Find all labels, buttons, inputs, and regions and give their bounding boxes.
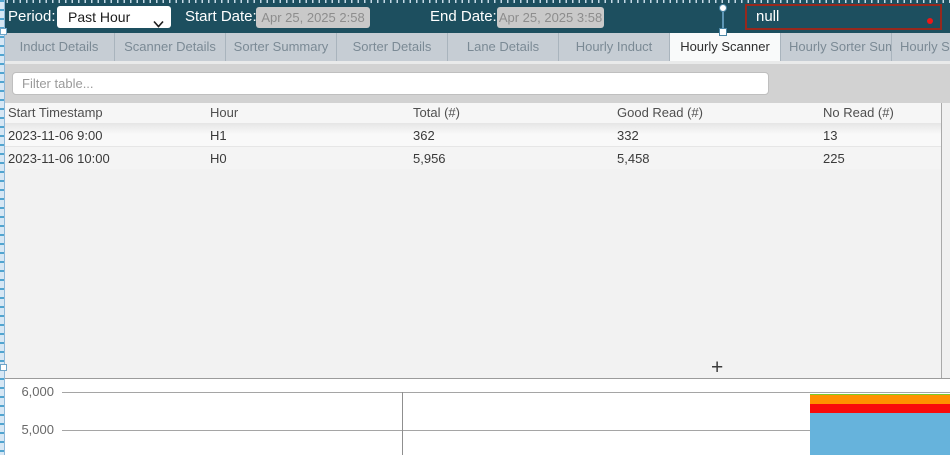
tab-sorter-details[interactable]: Sorter Details (337, 33, 448, 61)
data-table: Start Timestamp Hour Total (#) Good Read… (0, 103, 950, 378)
selection-handle-square[interactable] (719, 28, 727, 36)
table-header-row: Start Timestamp Hour Total (#) Good Read… (0, 103, 950, 123)
bar-segment-no-read (810, 404, 950, 413)
tab-sorter-summary[interactable]: Sorter Summary (226, 33, 337, 61)
y-axis-tick-label: 6,000 (0, 385, 54, 399)
selection-handle-line (722, 9, 724, 30)
tab-hourly-induct[interactable]: Hourly Induct (559, 33, 670, 61)
top-ruler-ticks (0, 0, 950, 3)
table-cell: 2023-11-06 10:00 (0, 147, 202, 169)
bar-segment-unlabeled-green (810, 394, 950, 396)
table-row[interactable]: 2023-11-06 10:00 H0 5,956 5,458 225 (0, 146, 950, 169)
start-date-label: Start Date: (185, 8, 257, 25)
filter-input[interactable] (12, 72, 769, 95)
toolbar: Period: Past Hour Start Date: Apr 25, 20… (0, 0, 950, 33)
table-row[interactable]: 2023-11-06 9:00 H1 362 332 13 (0, 123, 950, 146)
left-ruler-ticks (0, 0, 4, 455)
header-start-timestamp[interactable]: Start Timestamp (0, 103, 202, 123)
selection-handle-circle[interactable] (719, 4, 727, 12)
tab-lane-details[interactable]: Lane Details (448, 33, 559, 61)
selection-handle-left-top[interactable] (0, 28, 7, 35)
error-dot-icon (927, 18, 933, 24)
category-gridline (402, 392, 403, 455)
filter-section (0, 61, 950, 103)
left-ruler (0, 0, 5, 455)
end-date-label: End Date: (430, 8, 497, 25)
tab-hourly-sorter[interactable]: Hourly Sort (892, 33, 950, 61)
tab-bar: Induct Details Scanner Details Sorter Su… (0, 33, 950, 61)
add-button[interactable]: + (711, 357, 723, 378)
bar-segment-unlabeled-orange (810, 395, 950, 404)
table-cell: 5,458 (609, 147, 815, 169)
y-axis-tick-label: 5,000 (0, 423, 54, 437)
table-cell: 2023-11-06 9:00 (0, 124, 202, 146)
table-cell: H1 (202, 124, 405, 146)
tab-scanner-details[interactable]: Scanner Details (115, 33, 226, 61)
period-selected-value: Past Hour (68, 9, 130, 25)
end-date-input[interactable]: Apr 25, 2025 3:58 PM (497, 7, 604, 28)
table-cell: 5,956 (405, 147, 609, 169)
table-cell: 332 (609, 124, 815, 146)
chevron-down-icon (153, 12, 164, 34)
chart: 6,000 5,000 (0, 379, 950, 455)
header-hour[interactable]: Hour (202, 103, 405, 123)
start-date-input[interactable]: Apr 25, 2025 2:58 PM (256, 7, 370, 28)
header-no-read[interactable]: No Read (#) (815, 103, 950, 123)
table-cell: 225 (815, 147, 950, 169)
bar-segment-good-read (810, 413, 950, 455)
tab-induct-details[interactable]: Induct Details (4, 33, 115, 61)
table-cell: 362 (405, 124, 609, 146)
table-cell: 13 (815, 124, 950, 146)
selection-handle-left-bottom[interactable] (0, 364, 7, 371)
period-label: Period: (8, 8, 56, 25)
header-total[interactable]: Total (#) (405, 103, 609, 123)
period-select[interactable]: Past Hour (57, 6, 171, 28)
tab-hourly-scanner[interactable]: Hourly Scanner (670, 33, 781, 61)
tab-hourly-sorter-summary[interactable]: Hourly Sorter Summar (781, 33, 892, 61)
header-good-read[interactable]: Good Read (#) (609, 103, 815, 123)
table-scrollbar[interactable] (941, 103, 950, 378)
null-overlay-value: null (756, 8, 779, 25)
table-cell: H0 (202, 147, 405, 169)
null-overlay-input[interactable]: null (745, 4, 942, 30)
